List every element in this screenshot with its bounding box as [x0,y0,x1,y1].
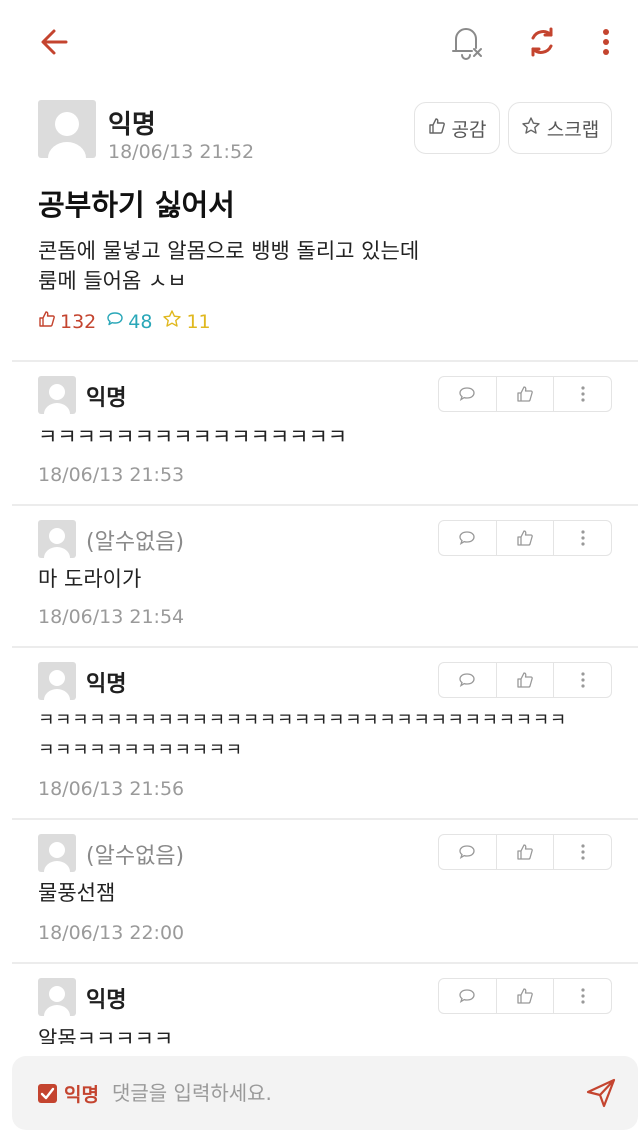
speech-bubble-icon [459,673,475,687]
anonymous-label[interactable]: 익명 [64,1080,99,1107]
comment-text: 마 도라이가 [38,567,142,591]
comment-text: ㅋㅋㅋㅋㅋㅋㅋㅋㅋㅋㅋㅋㅋㅋㅋㅋ [38,425,348,449]
post-title: 공부하기 싫어서 [38,188,235,222]
thumbs-up-icon [517,386,533,402]
like-count: 132 [38,310,96,333]
reply-button[interactable] [439,521,497,555]
like-button[interactable]: 공감 [414,102,500,154]
comment-action-group [438,978,612,1014]
anonymous-checkbox[interactable] [38,1084,57,1103]
comment-item: 익명 알몸ㅋㅋㅋㅋㅋ [0,964,640,1044]
star-icon [162,309,182,334]
more-vertical-icon [581,844,585,860]
divider [12,360,638,362]
thumbs-up-icon [517,530,533,546]
thumbs-up-icon [517,988,533,1004]
comment-count: 48 [106,310,152,333]
speech-bubble-icon [459,989,475,1003]
comment-author: 익명 [86,672,127,697]
comment-time: 18/06/13 21:56 [38,778,185,800]
divider [12,818,638,820]
comment-like-button[interactable] [497,521,555,555]
post-time: 18/06/13 21:52 [108,141,255,163]
scrap-count-value: 11 [186,310,211,333]
comment-time: 18/06/13 22:00 [38,922,185,944]
divider [12,504,638,506]
post-body-line: 콘돔에 물넣고 알몸으로 뱅뱅 돌리고 있는데 [38,239,420,263]
reply-button[interactable] [439,377,497,411]
comment-input-bar: 익명 [12,1056,638,1130]
speech-bubble-icon [459,387,475,401]
comment-more-button[interactable] [554,835,611,869]
comment-action-group [438,520,612,556]
comment-count-value: 48 [128,310,153,333]
top-bar [0,0,640,84]
post-stats: 132 48 11 [38,309,211,334]
more-vertical-icon [581,530,585,546]
comment-text: 알몸ㅋㅋㅋㅋㅋ [38,1027,174,1044]
more-vertical-icon [581,988,585,1004]
comment-like-button[interactable] [497,663,555,697]
reply-button[interactable] [439,663,497,697]
avatar [38,834,76,872]
comment-input[interactable] [112,1074,552,1112]
scrap-button[interactable]: 스크랩 [508,102,612,154]
comment-author: (알수없음) [86,530,185,555]
post-author: 익명 [108,110,156,140]
scrap-count: 11 [162,309,211,334]
speech-bubble-icon [106,310,124,333]
more-vertical-icon [581,386,585,402]
comment-author: 익명 [86,386,127,411]
comment-like-button[interactable] [497,377,555,411]
comment-text: ㅋㅋㅋㅋㅋㅋㅋㅋㅋㅋㅋㅋ [38,740,243,761]
thumbs-up-icon [517,672,533,688]
comment-more-button[interactable] [554,521,611,555]
like-button-label: 공감 [451,118,487,141]
send-icon[interactable] [584,1076,618,1110]
thumbs-up-icon [517,844,533,860]
comment-action-group [438,662,612,698]
comment-text: ㅋㅋㅋㅋㅋㅋㅋㅋㅋㅋㅋㅋㅋㅋㅋㅋㅋㅋㅋㅋㅋㅋㅋㅋㅋㅋㅋㅋㅋㅋㅋ [38,710,567,731]
avatar [38,100,96,158]
thumbs-up-icon [38,310,56,333]
thumbs-up-icon [428,117,446,140]
comment-author: (알수없음) [86,844,185,869]
comment-text: 물풍선잼 [38,881,116,905]
comment-like-button[interactable] [497,979,555,1013]
comment-more-button[interactable] [554,979,611,1013]
avatar [38,520,76,558]
refresh-icon[interactable] [522,22,562,62]
avatar [38,376,76,414]
post-body-line: 룸메 들어옴 ㅅㅂ [38,269,187,293]
notification-off-bell-icon[interactable] [448,22,484,62]
divider [12,646,638,648]
scrap-button-label: 스크랩 [546,118,600,141]
comment-action-group [438,834,612,870]
reply-button[interactable] [439,835,497,869]
comment-more-button[interactable] [554,377,611,411]
comment-like-button[interactable] [497,835,555,869]
comment-more-button[interactable] [554,663,611,697]
post-body: 콘돔에 물넣고 알몸으로 뱅뱅 돌리고 있는데 룸메 들어옴 ㅅㅂ [38,236,419,296]
comment-action-group [438,376,612,412]
like-count-value: 132 [60,310,97,333]
comment-time: 18/06/13 21:54 [38,606,185,628]
more-vertical-icon [581,672,585,688]
comment-author: 익명 [86,988,127,1013]
avatar [38,662,76,700]
reply-button[interactable] [439,979,497,1013]
speech-bubble-icon [459,845,475,859]
star-icon [521,116,541,141]
back-arrow-icon[interactable] [36,24,76,60]
comment-time: 18/06/13 21:53 [38,464,185,486]
speech-bubble-icon [459,531,475,545]
more-vertical-icon[interactable] [592,22,620,62]
avatar [38,978,76,1016]
